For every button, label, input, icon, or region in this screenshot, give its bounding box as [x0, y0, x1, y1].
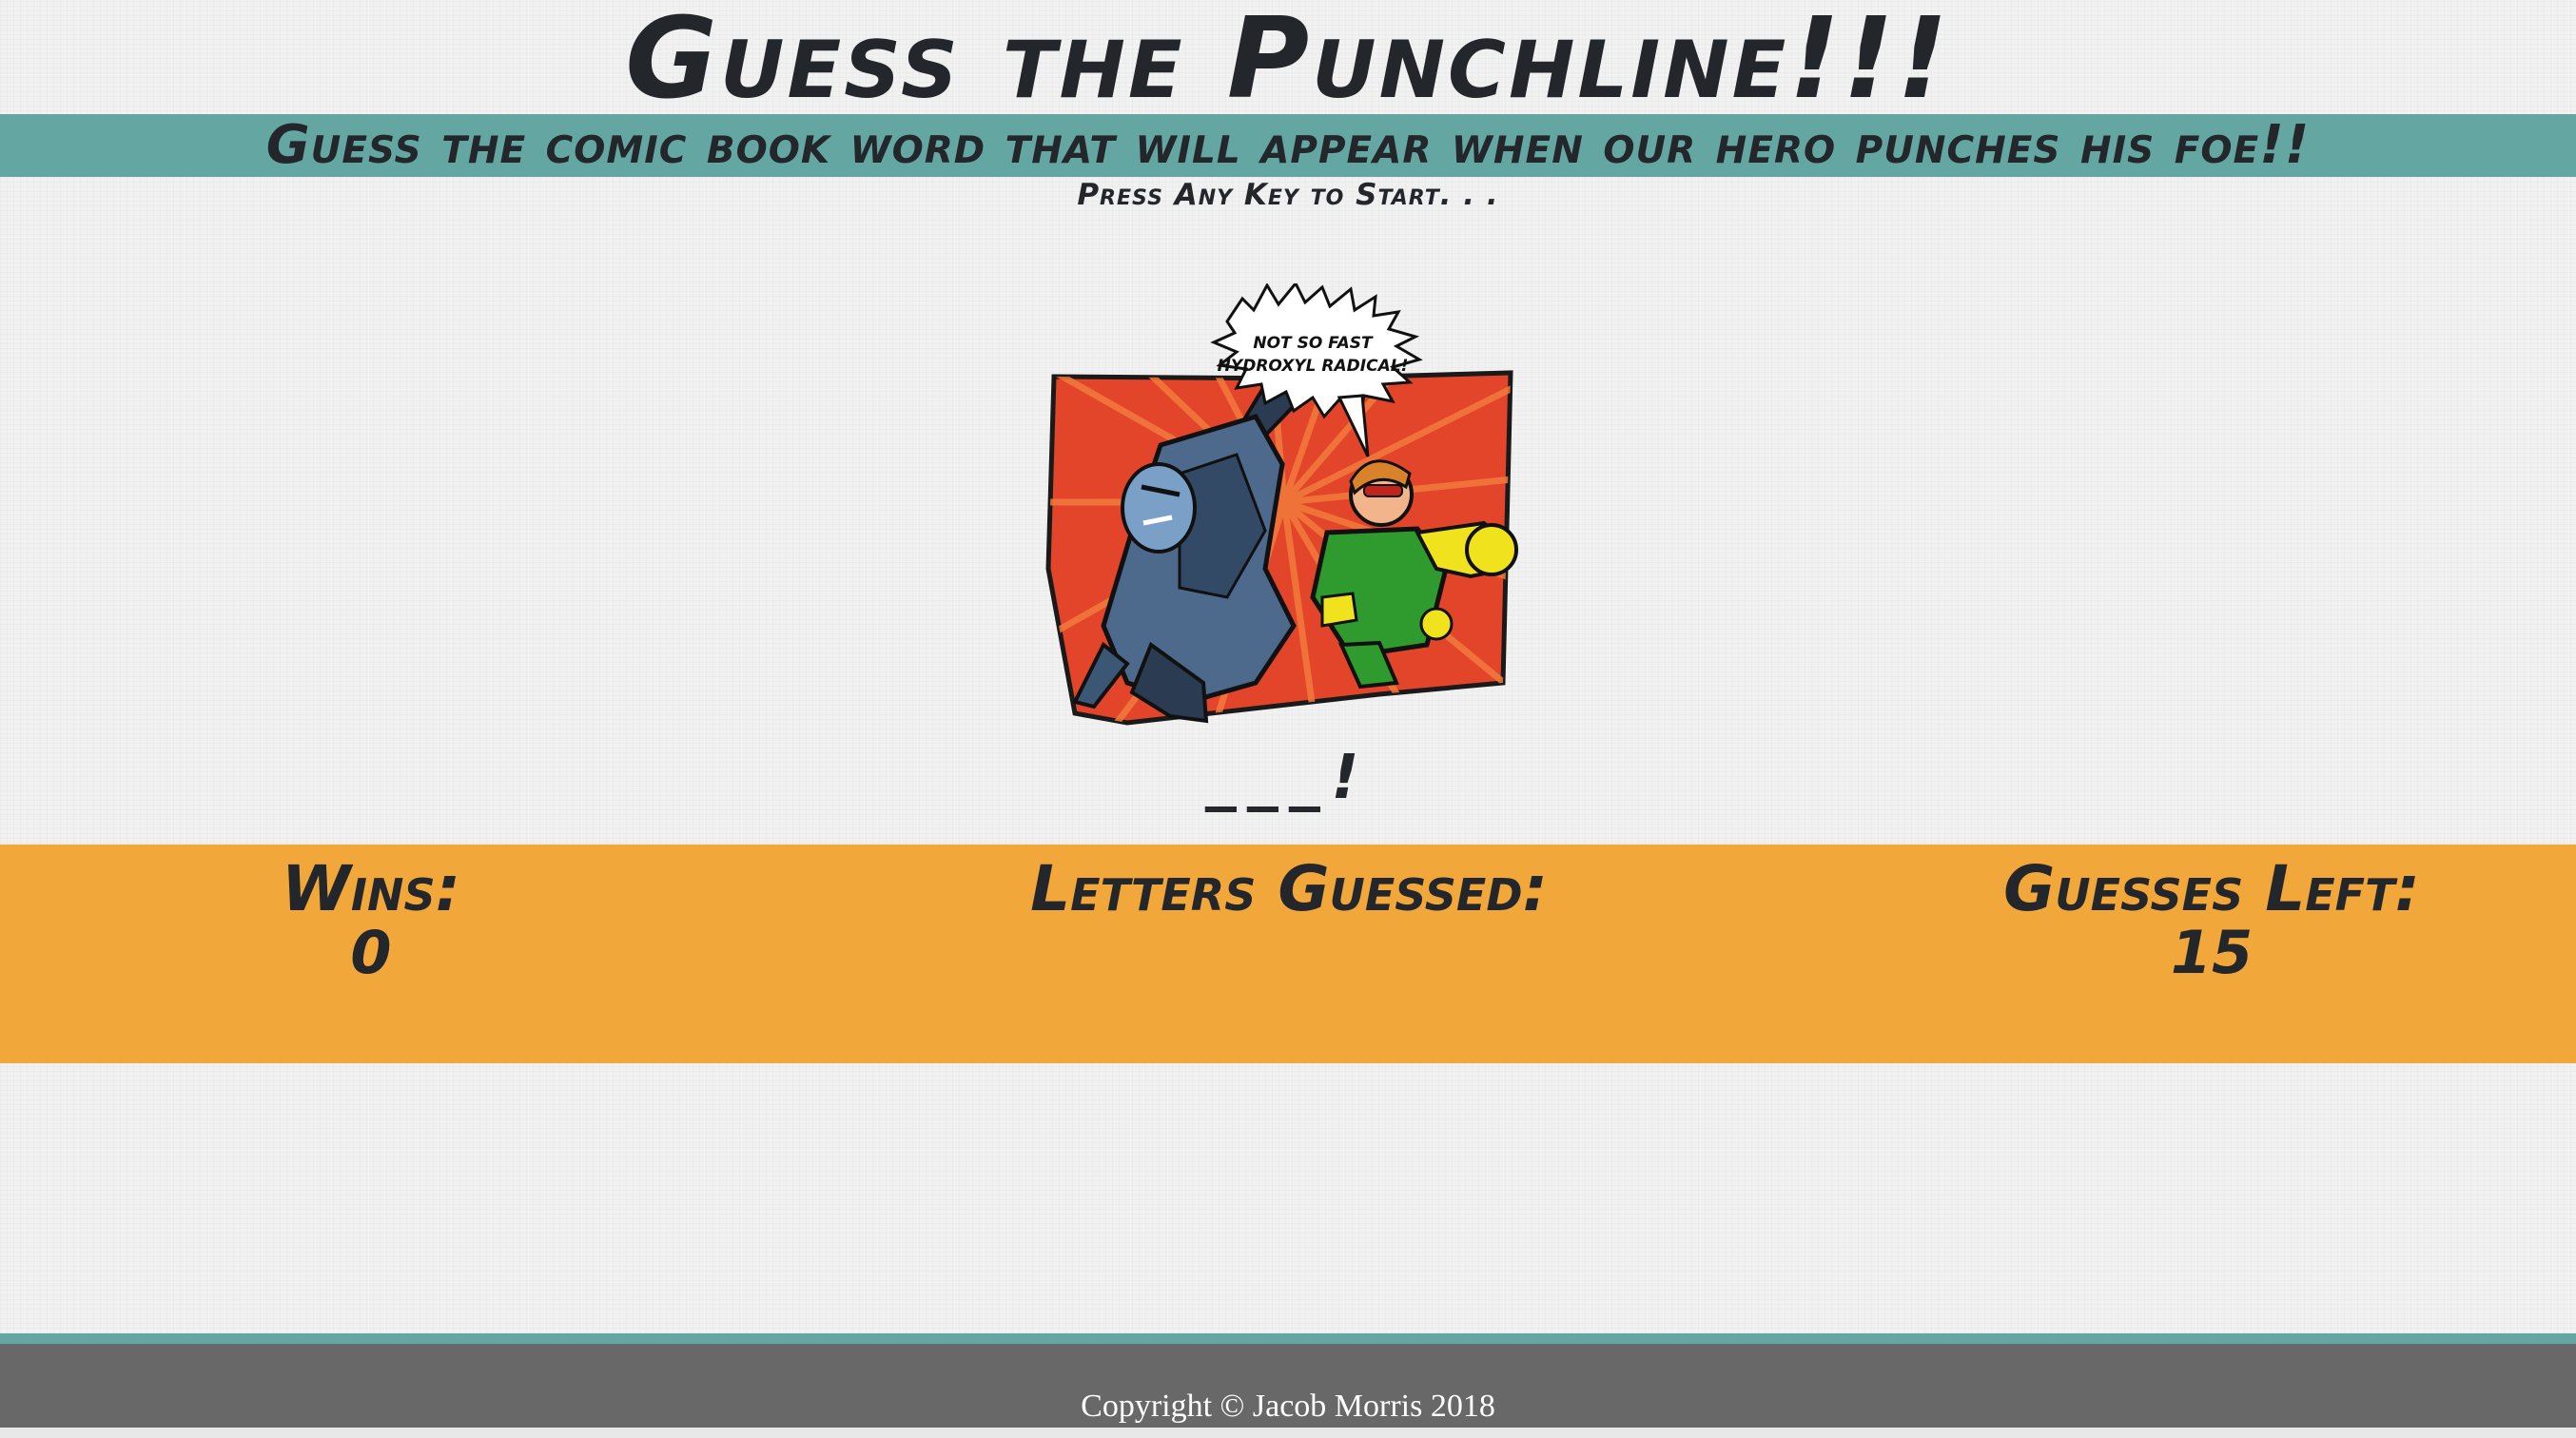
- footer: Copyright © Jacob Morris 2018: [0, 1344, 2576, 1428]
- copyright-text: Copyright © Jacob Morris 2018: [1081, 1389, 1495, 1424]
- hidden-word-display: ___!: [1205, 743, 1371, 813]
- scoreboard: Wins: 0 Letters Guessed: Guesses Left: 1…: [0, 845, 2576, 1063]
- wins-stat: Wins: 0: [238, 845, 504, 983]
- letters-guessed-stat: Letters Guessed:: [999, 845, 1579, 923]
- footer-divider: [0, 1333, 2576, 1344]
- guesses-left-label: Guesses Left:: [2003, 852, 2420, 925]
- guesses-left-value: 15: [2170, 918, 2254, 987]
- footer-bottom-strip: [0, 1428, 2576, 1438]
- subtitle-text: Guess the comic book word that will appe…: [265, 114, 2311, 176]
- start-prompt: Press Any Key to Start. . .: [1077, 178, 1499, 212]
- speech-line-2: HYDROXYL RADICAL!: [1218, 357, 1409, 376]
- subtitle-banner: Guess the comic book word that will appe…: [0, 114, 2576, 177]
- comic-panel-image: NOT SO FAST HYDROXYL RADICAL!: [1037, 283, 1532, 749]
- hero-punching-villain-illustration: NOT SO FAST HYDROXYL RADICAL!: [1045, 283, 1518, 726]
- speech-line-1: NOT SO FAST: [1253, 334, 1374, 353]
- wins-value: 0: [350, 918, 392, 987]
- letters-guessed-label: Letters Guessed:: [1030, 852, 1548, 925]
- guesses-left-stat: Guesses Left: 15: [1979, 845, 2445, 983]
- wins-label: Wins:: [282, 852, 460, 925]
- page-title: Guess the Punchline!!!: [625, 0, 1951, 124]
